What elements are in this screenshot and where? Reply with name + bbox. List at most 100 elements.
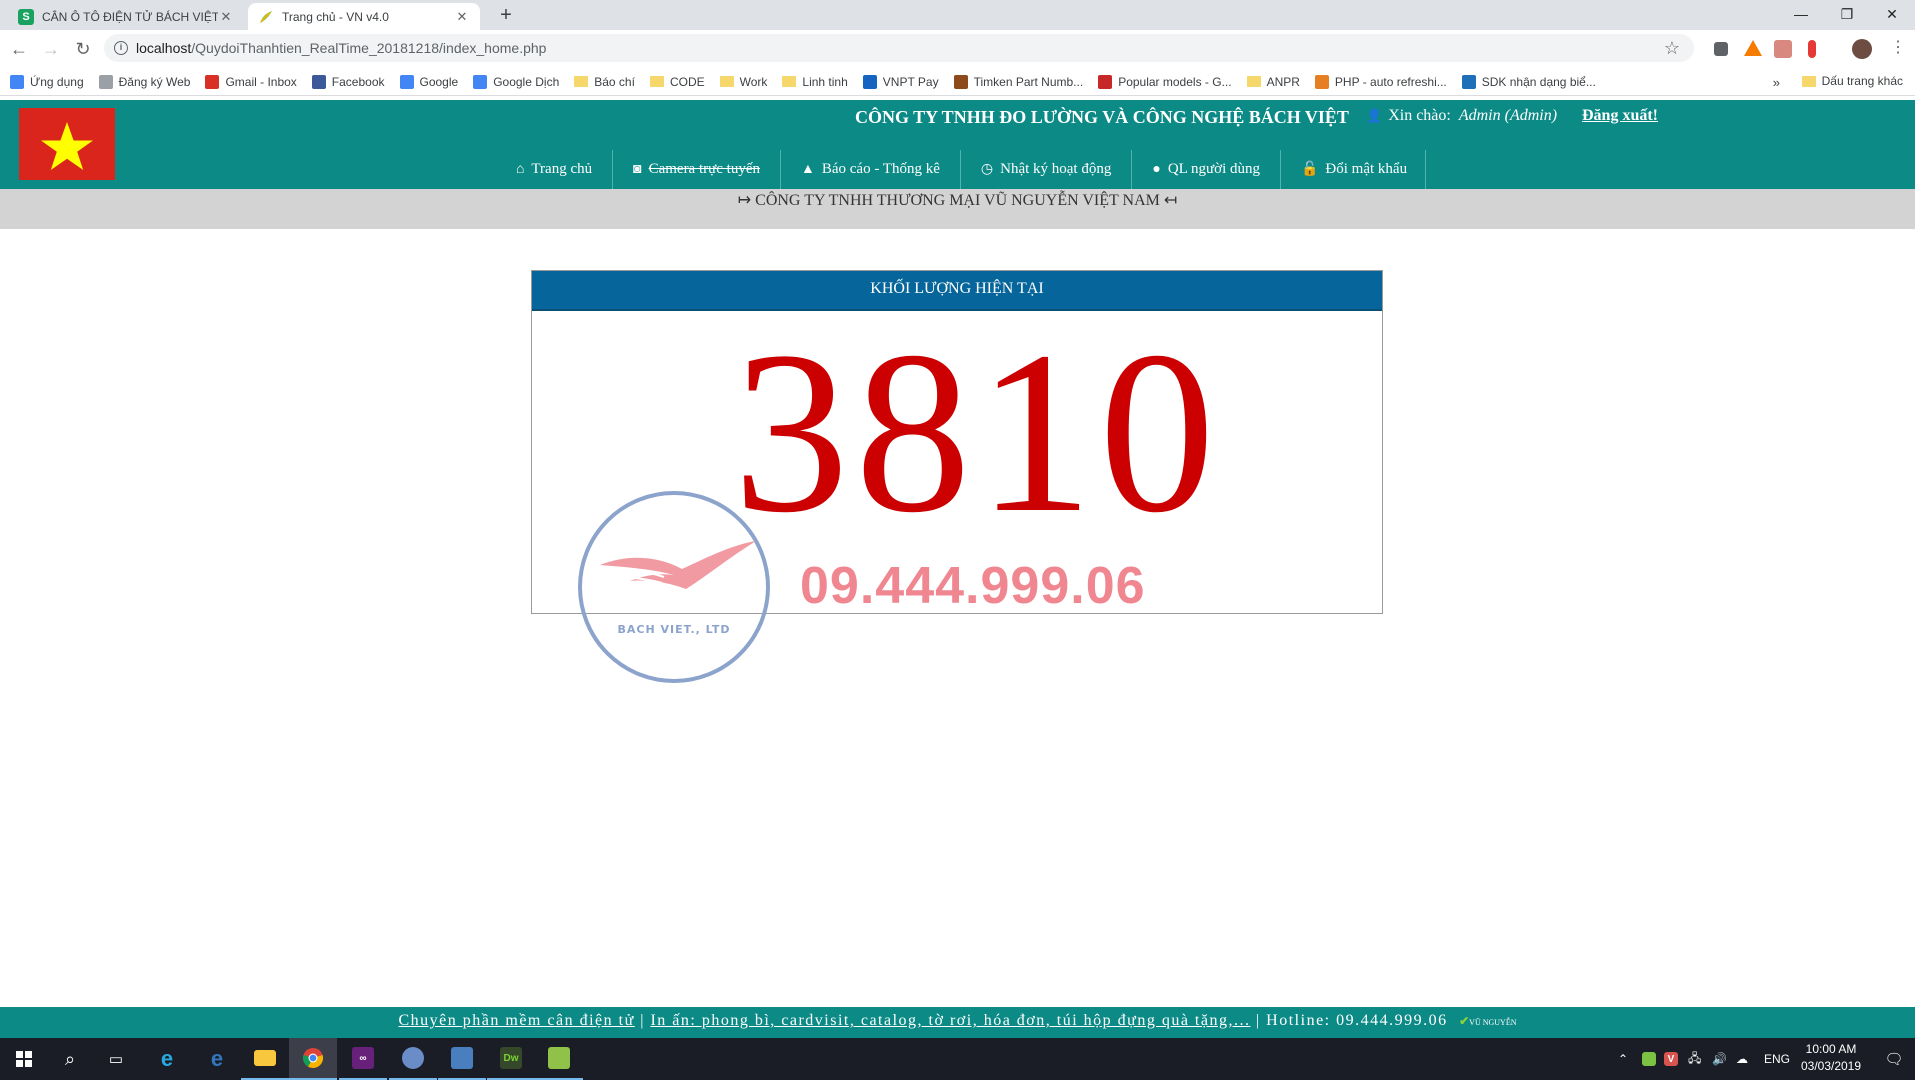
menu-item-password[interactable]: 🔓 Đổi mật khẩu [1281, 150, 1427, 189]
bookmark-item[interactable]: Google [399, 74, 458, 89]
clock-date: 03/03/2019 [1800, 1059, 1862, 1073]
minimize-icon[interactable]: — [1778, 2, 1824, 26]
bookmark-item[interactable]: SDK nhận dạng biể... [1461, 74, 1596, 89]
new-tab-button[interactable]: + [494, 4, 518, 27]
menu-item-log[interactable]: ◷ Nhật ký hoạt động [961, 150, 1133, 189]
main-menu: ⌂ Trang chủ ◙ Camera trực tuyến ▲ Báo cáo - T… [496, 150, 1427, 189]
paint-icon[interactable] [389, 1038, 437, 1080]
system-clock[interactable]: 10:00 AM 03/03/2019 [1786, 1041, 1876, 1075]
back-arrow-icon[interactable]: ← [8, 38, 30, 60]
menu-label: Trang chủ [531, 161, 593, 177]
footer-link-printing[interactable]: In ấn: phong bì, cardvisit, catalog, tờ … [650, 1012, 1250, 1029]
menu-item-users[interactable]: ● QL người dùng [1132, 150, 1281, 189]
report-icon: ▲ [801, 161, 815, 177]
reload-icon[interactable]: ↻ [72, 38, 94, 60]
close-icon[interactable]: ✕ [454, 9, 470, 25]
tray-app-red-icon[interactable]: V [1664, 1038, 1678, 1080]
close-window-icon[interactable]: ✕ [1869, 2, 1915, 26]
timken-icon [953, 74, 968, 89]
info-icon[interactable]: i [114, 41, 128, 55]
bookmark-item[interactable]: Facebook [311, 74, 385, 89]
bookmark-label: Đăng ký Web [118, 74, 191, 89]
bookmark-item[interactable]: Ứng dụng [10, 74, 84, 89]
volume-icon[interactable]: 🔊 [1712, 1038, 1727, 1080]
menu-item-home[interactable]: ⌂ Trang chủ [496, 150, 614, 189]
bookmark-label: Gmail - Inbox [225, 74, 297, 89]
folder-icon [719, 76, 734, 87]
close-icon[interactable]: ✕ [218, 9, 234, 25]
vietnam-flag-logo[interactable] [19, 108, 115, 180]
pdf-extension-icon[interactable] [1774, 40, 1792, 58]
chrome-icon[interactable] [289, 1038, 337, 1080]
dreamweaver-icon[interactable]: Dw [487, 1038, 535, 1080]
tray-app-green-icon[interactable] [1642, 1038, 1656, 1080]
apps-grid-icon [10, 74, 24, 89]
bookmark-label: Timken Part Numb... [973, 74, 1084, 89]
bookmarks-bar: Ứng dụng Đăng ký Web Gmail - Inbox Facebook… [0, 68, 1915, 96]
tab-title: Trang chủ - VN v4.0 [282, 9, 389, 24]
vnpt-icon [862, 74, 877, 89]
leaf-favicon-icon [258, 9, 274, 25]
home-icon: ⌂ [516, 161, 525, 177]
profile-avatar[interactable] [1852, 39, 1872, 59]
task-view-icon[interactable]: ▭ [92, 1038, 140, 1080]
restore-icon[interactable]: ❐ [1824, 2, 1870, 26]
user-icon: 👤 [1366, 108, 1383, 123]
bookmark-item[interactable]: VNPT Pay [862, 74, 939, 89]
edge-icon[interactable]: e [193, 1038, 241, 1080]
footer-hotline: | Hotline: 09.444.999.06 [1255, 1012, 1448, 1029]
menu-kebab-icon[interactable]: ⋮ [1890, 38, 1906, 58]
internet-explorer-icon[interactable]: e [143, 1038, 191, 1080]
footer-separator: | [640, 1012, 645, 1029]
sdk-icon [1461, 74, 1476, 89]
bookmark-item[interactable]: PHP - auto refreshi... [1314, 74, 1447, 89]
username: Admin (Admin) [1458, 107, 1558, 124]
menu-item-report[interactable]: ▲ Báo cáo - Thống kê [781, 150, 961, 189]
bookmark-item[interactable]: Linh tinh [782, 74, 848, 89]
notepad-plus-icon[interactable] [535, 1038, 583, 1080]
company-marquee: ↦ CÔNG TY TNHH THƯƠNG MẠI VŨ NGUYỄN VIỆT… [0, 189, 1915, 229]
bookmarks-overflow-icon[interactable]: » [1773, 75, 1780, 90]
logout-link[interactable]: Đăng xuất! [1582, 107, 1658, 125]
company-name: CÔNG TY TNHH ĐO LƯỜNG VÀ CÔNG NGHỆ BÁCH … [855, 107, 1349, 127]
browser-tab-can-oto[interactable]: S CÂN Ô TÔ ĐIỆN TỬ BÁCH VIỆT | ✕ [8, 3, 244, 30]
other-bookmarks[interactable]: Dấu trang khác [1801, 74, 1903, 88]
bookmark-item[interactable]: Popular models - G... [1098, 74, 1232, 89]
bookmark-item[interactable]: ANPR [1246, 75, 1300, 89]
lastpass-extension-icon[interactable] [1808, 40, 1816, 58]
bookmark-label: SDK nhận dạng biể... [1481, 74, 1596, 89]
bookmark-star-icon[interactable]: ☆ [1664, 38, 1680, 59]
bookmark-label: PHP - auto refreshi... [1334, 74, 1447, 89]
forward-arrow-icon[interactable]: → [40, 38, 62, 60]
bookmark-item[interactable]: Đăng ký Web [98, 74, 191, 89]
visual-studio-icon[interactable]: ∞ [339, 1038, 387, 1080]
notification-icon[interactable]: 🗨 [1874, 1038, 1914, 1080]
bookmark-item[interactable]: Google Dịch [473, 74, 559, 89]
bookmark-item[interactable]: Gmail - Inbox [205, 74, 297, 89]
bookmark-item[interactable]: CODE [649, 75, 705, 89]
menu-label: Camera trực tuyến [648, 161, 760, 177]
windows-start-icon[interactable] [0, 1038, 48, 1080]
menu-item-camera[interactable]: ◙ Camera trực tuyến [613, 150, 781, 189]
bookmark-item[interactable]: Timken Part Numb... [953, 74, 1084, 89]
sheets-favicon-icon: S [18, 8, 34, 25]
footer-link-software[interactable]: Chuyên phần mềm cân điện tử [399, 1012, 635, 1029]
browser-tab-trang-chu[interactable]: Trang chủ - VN v4.0 ✕ [248, 3, 480, 30]
remote-desktop-icon[interactable] [438, 1038, 486, 1080]
vlc-extension-icon[interactable] [1744, 40, 1762, 56]
bookmark-item[interactable]: Work [719, 75, 767, 89]
bookmark-label: Linh tinh [802, 74, 848, 89]
users-icon: ● [1152, 161, 1161, 177]
camera-icon: ◙ [633, 161, 642, 177]
windows-taskbar: ⌕ ▭ e e ∞ Dw ⌃ V 🖧 🔊 ☁ ENG 10:00 AM 03/0… [0, 1038, 1915, 1080]
file-explorer-icon[interactable] [241, 1038, 289, 1080]
folder-icon [1246, 76, 1261, 87]
tray-chevron-icon[interactable]: ⌃ [1618, 1038, 1628, 1080]
search-icon[interactable]: ⌕ [46, 1038, 94, 1080]
address-bar[interactable]: i localhost/QuydoiThanhtien_RealTime_201… [104, 34, 1694, 62]
vu-nguyen-logo-text: VŨ NGUYỄN [1469, 1017, 1517, 1027]
bookmark-item[interactable]: Báo chí [574, 75, 635, 89]
network-icon[interactable]: 🖧 [1688, 1038, 1701, 1080]
extension-pen-icon[interactable] [1714, 42, 1728, 56]
onedrive-cloud-icon[interactable]: ☁ [1736, 1038, 1748, 1080]
